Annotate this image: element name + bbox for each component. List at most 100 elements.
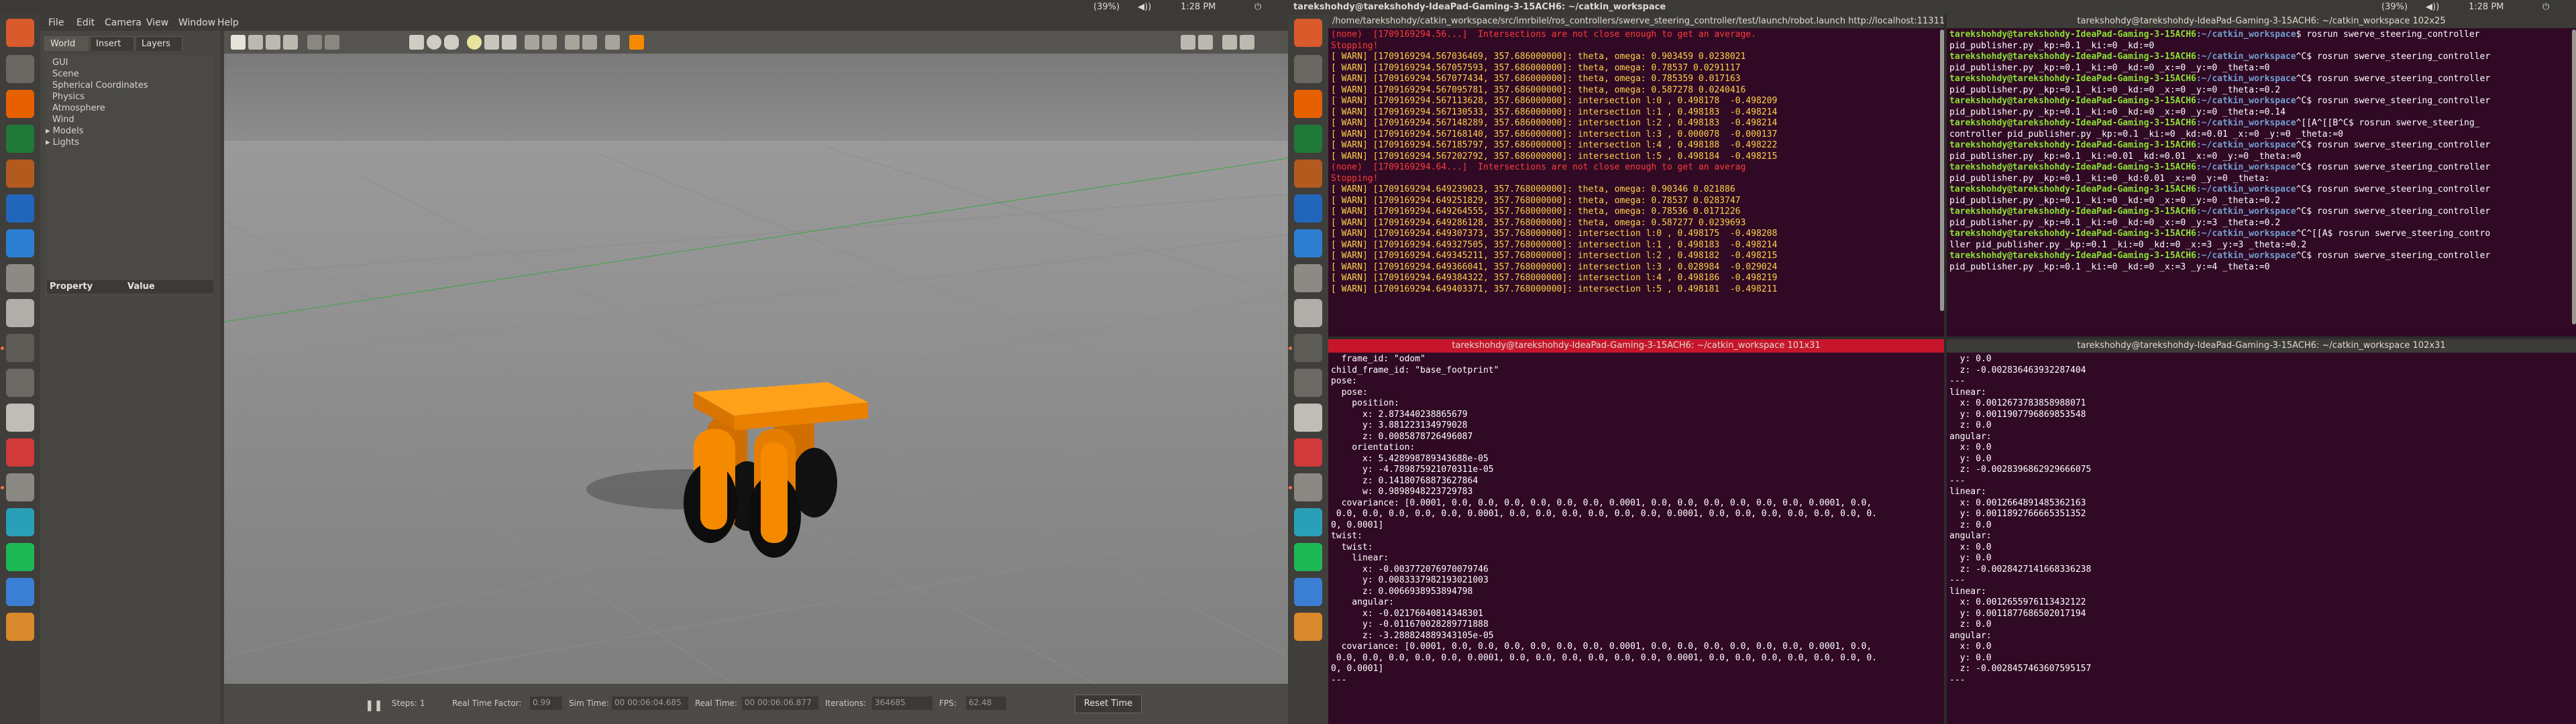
spreadsheet-icon[interactable] [1294, 125, 1322, 153]
settings-gear-icon[interactable] [1294, 264, 1322, 292]
menu-window[interactable]: Window [178, 17, 215, 28]
terminal-line: x: 0.0 [1949, 542, 1992, 552]
menu-edit[interactable]: Edit [76, 17, 95, 28]
scrollbar[interactable] [2572, 29, 2576, 324]
software-center-icon[interactable] [6, 229, 34, 257]
pause-icon[interactable]: ❚❚ [365, 699, 383, 711]
scale-icon[interactable] [283, 35, 298, 50]
terminal-line: pose: [1331, 387, 1368, 398]
box-shape-icon[interactable] [409, 35, 424, 50]
terminal-cmdvel-echo[interactable]: tarekshohdy@tarekshohdy-IdeaPad-Gaming-3… [1947, 339, 2576, 724]
tree-item-atmosphere[interactable]: Atmosphere [52, 103, 105, 113]
clock[interactable]: 1:28 PM [1181, 2, 1216, 12]
terminal-line: [ WARN] [1709169294.567057593, 357.68600… [1331, 62, 1741, 73]
sphere-shape-icon[interactable] [427, 35, 441, 50]
vscode-icon[interactable] [6, 508, 34, 536]
menu-help[interactable]: Help [217, 17, 239, 28]
software-center-icon[interactable] [1294, 229, 1322, 257]
rotate-icon[interactable] [266, 35, 280, 50]
snap-icon[interactable] [582, 35, 597, 50]
spot-light-icon[interactable] [484, 35, 499, 50]
3d-viewport[interactable] [224, 54, 1288, 684]
expand-arrow-icon[interactable]: ▸ [46, 126, 53, 136]
presentation-icon[interactable] [1294, 160, 1322, 188]
spreadsheet-icon[interactable] [6, 125, 34, 153]
presentation-icon[interactable] [6, 160, 34, 188]
settings-gear-icon[interactable] [6, 264, 34, 292]
video-icon[interactable] [1240, 35, 1254, 50]
app-red-icon[interactable] [1294, 438, 1322, 467]
gazebo-left-panel: World Insert Layers GUI Scene Spherical … [40, 31, 220, 724]
translate-icon[interactable] [248, 35, 263, 50]
drive-icon[interactable] [1294, 369, 1322, 397]
undo-icon[interactable] [307, 35, 322, 50]
select-arrow-icon[interactable] [231, 35, 246, 50]
vscode-icon[interactable] [1294, 508, 1322, 536]
power-icon[interactable]: ⏻ [2542, 2, 2549, 12]
tree-item-physics[interactable]: Physics [52, 92, 85, 102]
writer-icon[interactable] [1294, 194, 1322, 223]
tree-item-wind[interactable]: Wind [52, 115, 74, 125]
battery-indicator-right[interactable]: (39%) [2381, 2, 2408, 12]
trash-icon[interactable] [6, 404, 34, 432]
paste-icon[interactable] [542, 35, 557, 50]
copy-icon[interactable] [525, 35, 539, 50]
terminal-odom-echo[interactable]: tarekshohdy@tarekshohdy-IdeaPad-Gaming-3… [1328, 339, 1944, 724]
terminal-icon[interactable] [6, 334, 34, 362]
log-icon[interactable] [1198, 35, 1213, 50]
clock-right[interactable]: 1:28 PM [2469, 2, 2504, 12]
firefox-icon[interactable] [6, 90, 34, 118]
steps-value[interactable]: 1 [420, 699, 425, 708]
scrollbar[interactable] [1940, 29, 1944, 311]
ubuntu-logo-icon[interactable] [6, 19, 34, 47]
settings-icon[interactable]: ⏻ [1254, 2, 1261, 12]
volume-icon[interactable]: ◀)) [1138, 2, 1151, 12]
gazebo-icon[interactable] [1294, 473, 1322, 501]
trash-icon[interactable] [1294, 404, 1322, 432]
redo-icon[interactable] [325, 35, 339, 50]
terminal-pid-publisher[interactable]: tarekshohdy@tarekshohdy-IdeaPad-Gaming-3… [1947, 15, 2576, 337]
tab-layers[interactable]: Layers [136, 36, 182, 51]
tab-world[interactable]: World [44, 36, 89, 51]
ubuntu-logo-icon[interactable] [1294, 19, 1322, 47]
menu-file[interactable]: File [48, 17, 64, 28]
tree-item-gui[interactable]: GUI [52, 58, 68, 68]
gazebo-icon[interactable] [6, 473, 34, 501]
directional-light-icon[interactable] [502, 35, 517, 50]
writer-icon[interactable] [6, 194, 34, 223]
plot-icon[interactable] [1222, 35, 1237, 50]
spotify-icon[interactable] [6, 543, 34, 571]
rviz-icon[interactable] [6, 613, 34, 641]
record-icon[interactable] [629, 35, 644, 50]
magnet-icon[interactable] [605, 35, 620, 50]
firefox-icon[interactable] [1294, 90, 1322, 118]
volume-icon-right[interactable]: ◀)) [2426, 2, 2439, 12]
battery-indicator[interactable]: (39%) [1093, 2, 1120, 12]
align-icon[interactable] [565, 35, 580, 50]
screenshot-icon[interactable] [1181, 35, 1195, 50]
rviz-icon[interactable] [1294, 613, 1322, 641]
tab-insert[interactable]: Insert [90, 36, 134, 51]
spotify-icon[interactable] [1294, 543, 1322, 571]
menu-view[interactable]: View [146, 17, 168, 28]
tree-item-spherical-coordinates[interactable]: Spherical Coordinates [52, 80, 148, 90]
reset-time-button[interactable]: Reset Time [1075, 695, 1142, 713]
point-light-icon[interactable] [467, 35, 482, 50]
terminal-icon[interactable] [1294, 334, 1322, 362]
app-blue-icon[interactable] [6, 578, 34, 606]
disks-icon[interactable] [1294, 299, 1322, 327]
terminal-roslaunch[interactable]: /home/tarekshohdy/catkin_workspace/src/i… [1328, 15, 1944, 337]
top-panel-right: tarekshohdy@tarekshohdy-IdeaPad-Gaming-3… [1288, 0, 2576, 15]
drive-icon[interactable] [6, 369, 34, 397]
tree-item-lights[interactable]: ▸ Lights [46, 137, 79, 147]
expand-arrow-icon[interactable]: ▸ [46, 137, 53, 147]
tree-item-scene[interactable]: Scene [52, 69, 79, 79]
tree-item-models[interactable]: ▸ Models [46, 126, 83, 136]
app-red-icon[interactable] [6, 438, 34, 467]
files-icon[interactable] [6, 55, 34, 83]
menu-camera[interactable]: Camera [105, 17, 142, 28]
disks-icon[interactable] [6, 299, 34, 327]
app-blue-icon[interactable] [1294, 578, 1322, 606]
files-icon[interactable] [1294, 55, 1322, 83]
cylinder-shape-icon[interactable] [444, 35, 459, 50]
